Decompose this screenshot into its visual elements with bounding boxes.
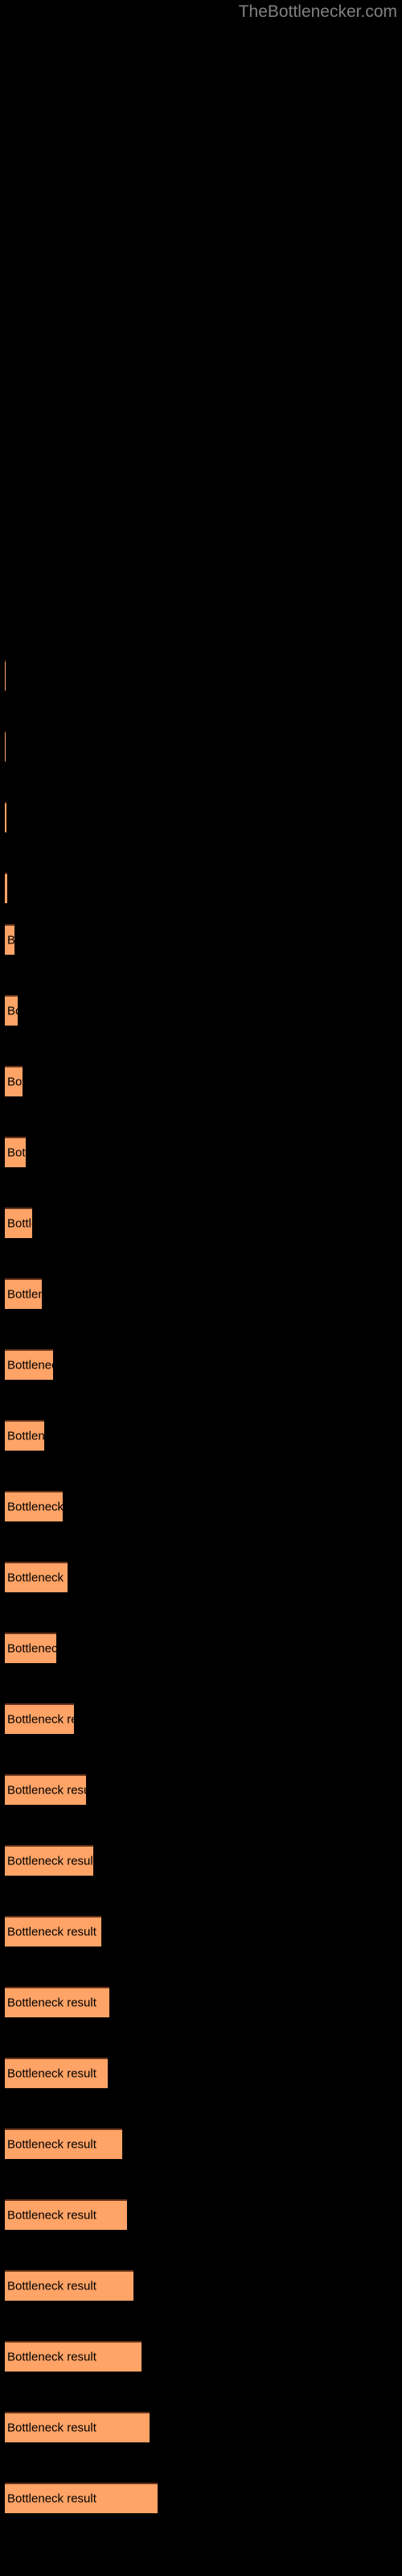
bar-row: Bottleneck result — [0, 2199, 402, 2230]
bar-label: Bottleneck result — [7, 1925, 96, 1939]
bar-row: Bottleneck result — [0, 924, 402, 955]
bar-row: Bottleneck result — [0, 2270, 402, 2301]
bar-row: Bottleneck result — [0, 1278, 402, 1309]
bar-label: Bottleneck result — [7, 2491, 96, 2506]
bar[interactable]: Bottleneck result — [5, 924, 14, 955]
bar[interactable]: Bottleneck result — [5, 1278, 42, 1309]
bar[interactable]: Bottleneck result — [5, 2128, 122, 2159]
bar-row: Bottleneck result — [0, 1349, 402, 1380]
bar-row: Bottleneck result — [0, 1633, 402, 1663]
bar[interactable]: Bottleneck result — [5, 1562, 68, 1592]
bar[interactable]: Bottleneck result — [5, 2483, 158, 2513]
bar[interactable]: Bottleneck result — [5, 1633, 56, 1663]
bar[interactable]: Bottleneck result — [5, 1420, 44, 1451]
bar[interactable]: Bottleneck result — [5, 1349, 53, 1380]
bar[interactable]: Bottleneck result — [5, 2412, 150, 2442]
bar-row: Bottleneck result — [0, 1491, 402, 1521]
bar[interactable]: Bottleneck result — [5, 802, 6, 832]
bar-row: Bottleneck result — [0, 660, 402, 691]
bar-row: Bottleneck result — [0, 2058, 402, 2088]
bar-label: Bottleneck result — [7, 2421, 96, 2435]
bar-label: Bottleneck result — [7, 1004, 18, 1018]
bar[interactable]: Bottleneck result — [5, 731, 6, 762]
bar[interactable]: Bottleneck result — [5, 660, 6, 691]
bar-label: Bottleneck result — [7, 1712, 74, 1727]
bar[interactable]: Bottleneck result — [5, 1703, 74, 1734]
bar[interactable]: Bottleneck result — [5, 1066, 23, 1096]
bar-row: Bottleneck result — [0, 731, 402, 762]
bar[interactable]: Bottleneck result — [5, 1491, 63, 1521]
bottleneck-bar-chart: Bottleneck result Bottleneck result Bottle… — [0, 0, 402, 2576]
bar-label: Bottleneck result — [7, 1854, 93, 1868]
bar-row: Bottleneck result — [0, 1137, 402, 1167]
bar[interactable]: Bottleneck result — [5, 1208, 32, 1238]
bar-row: Bottleneck result — [0, 2483, 402, 2513]
bar[interactable]: Bottleneck result — [5, 2199, 127, 2230]
bar[interactable]: Bottleneck result — [5, 2341, 142, 2372]
bar-row: Bottleneck result — [0, 1774, 402, 1805]
bar-row: Bottleneck result — [0, 1420, 402, 1451]
bar-label: Bottleneck result — [7, 1216, 32, 1231]
bar-label: Bottleneck result — [7, 1287, 42, 1302]
bar[interactable]: Bottleneck result — [5, 1137, 26, 1167]
bar-label: Bottleneck result — [7, 1358, 53, 1373]
bar-label: Bottleneck result — [7, 1641, 56, 1656]
bar-label: Bottleneck result — [7, 2137, 96, 2152]
bar-label: Bottleneck result — [7, 2208, 96, 2223]
bar-label: Bottleneck result — [7, 1075, 23, 1089]
bar-row: Bottleneck result — [0, 2412, 402, 2442]
bar-row: Bottleneck result — [0, 1703, 402, 1734]
bar-label: Bottleneck result — [7, 2066, 96, 2081]
bar[interactable]: Bottleneck result — [5, 1987, 109, 2017]
bar-row: Bottleneck result — [0, 1845, 402, 1876]
bar-row: Bottleneck result — [0, 1987, 402, 2017]
bar[interactable]: Bottleneck result — [5, 1774, 86, 1805]
bar-row: Bottleneck result — [0, 1208, 402, 1238]
bar-label: Bottleneck result — [7, 2350, 96, 2364]
bar-row: Bottleneck result — [0, 1916, 402, 1946]
bar-label: Bottleneck result — [7, 1783, 86, 1798]
bar[interactable]: Bottleneck result — [5, 995, 18, 1026]
bar-row: Bottleneck result — [0, 2128, 402, 2159]
bar[interactable]: Bottleneck result — [5, 2270, 133, 2301]
bar-label: Bottleneck result — [7, 1429, 44, 1443]
bar[interactable]: Bottleneck result — [5, 2058, 108, 2088]
bar-row: Bottleneck result — [0, 995, 402, 1026]
bar-row: Bottleneck result — [0, 2341, 402, 2372]
bar-label: Bottleneck result — [7, 934, 14, 947]
bar-label: Bottleneck result — [7, 2279, 96, 2293]
bar-row: Bottleneck result — [0, 873, 402, 903]
bar-label: Bottleneck result — [7, 1146, 26, 1160]
bar[interactable]: Bottleneck result — [5, 1845, 93, 1876]
bar-label: Bottleneck result — [7, 1996, 96, 2010]
bar[interactable]: Bottleneck result — [5, 873, 7, 903]
bar-label: Bottleneck result — [7, 1571, 68, 1585]
bar-row: Bottleneck result — [0, 1562, 402, 1592]
bar-row: Bottleneck result — [0, 802, 402, 832]
bar-row: Bottleneck result — [0, 1066, 402, 1096]
bar-label: Bottleneck result — [7, 1500, 63, 1514]
bar[interactable]: Bottleneck result — [5, 1916, 101, 1946]
